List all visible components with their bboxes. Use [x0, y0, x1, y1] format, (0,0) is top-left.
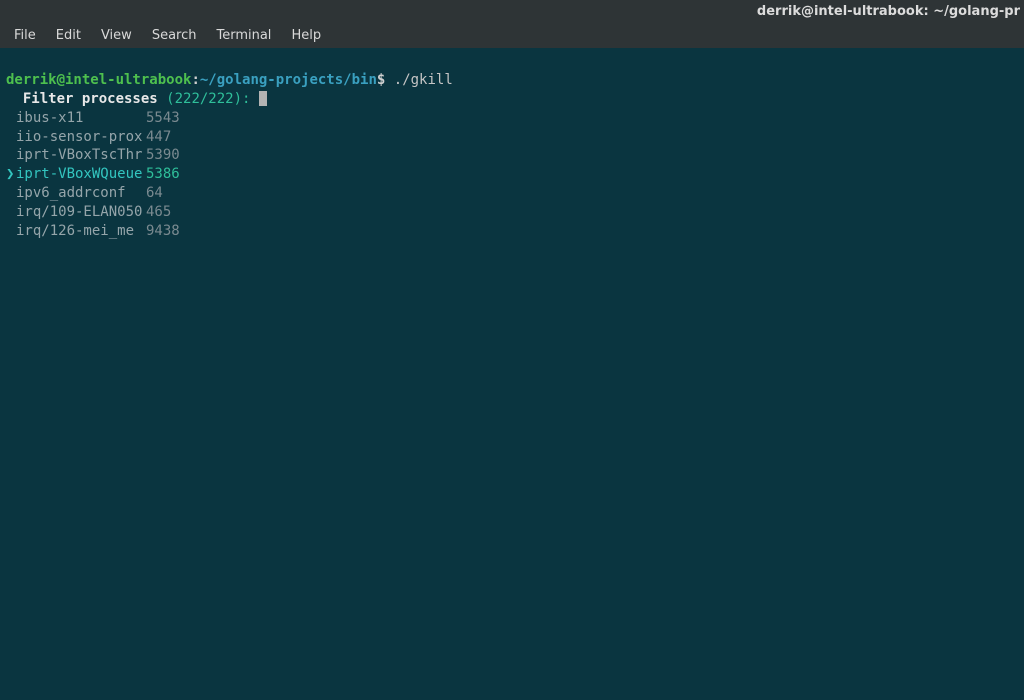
menu-edit[interactable]: Edit [48, 25, 89, 46]
filter-count: (222/222): [166, 91, 250, 107]
list-item[interactable]: iprt-VBoxTscThr5390 [6, 146, 1018, 165]
menu-terminal[interactable]: Terminal [208, 25, 279, 46]
prompt-user-host: derrik@intel-ultrabook [6, 72, 191, 88]
process-name: ibus-x11 [16, 109, 146, 128]
list-item[interactable]: iio-sensor-prox447 [6, 128, 1018, 147]
selection-caret [6, 109, 16, 128]
process-name: irq/126-mei_me [16, 222, 146, 241]
selection-caret-icon: ❯ [6, 165, 16, 184]
selection-caret [6, 203, 16, 222]
process-name: ipv6_addrconf [16, 184, 146, 203]
process-pid: 9438 [146, 222, 180, 241]
menu-help[interactable]: Help [283, 25, 329, 46]
cursor-icon [259, 91, 267, 106]
process-pid: 5390 [146, 146, 180, 165]
list-item[interactable]: irq/109-ELAN050465 [6, 203, 1018, 222]
process-pid: 5543 [146, 109, 180, 128]
list-item[interactable]: ipv6_addrconf64 [6, 184, 1018, 203]
process-name: irq/109-ELAN050 [16, 203, 146, 222]
selection-caret [6, 146, 16, 165]
prompt-colon: : [191, 72, 199, 88]
process-name: iprt-VBoxWQueue [16, 165, 146, 184]
process-pid: 5386 [146, 165, 180, 184]
list-item[interactable]: ❯iprt-VBoxWQueue5386 [6, 165, 1018, 184]
selection-caret [6, 222, 16, 241]
prompt-path: ~/golang-projects/bin [200, 72, 377, 88]
window-titlebar: derrik@intel-ultrabook: ~/golang-pr [0, 0, 1024, 22]
process-pid: 465 [146, 203, 171, 222]
list-item[interactable]: ibus-x115543 [6, 109, 1018, 128]
process-name: iio-sensor-prox [16, 128, 146, 147]
menu-file[interactable]: File [6, 25, 44, 46]
process-pid: 64 [146, 184, 163, 203]
process-pid: 447 [146, 128, 171, 147]
command-text: ./gkill [394, 72, 453, 88]
menu-search[interactable]: Search [144, 25, 205, 46]
selection-caret [6, 128, 16, 147]
terminal-output[interactable]: derrik@intel-ultrabook:~/golang-projects… [0, 48, 1024, 264]
list-item[interactable]: irq/126-mei_me9438 [6, 222, 1018, 241]
prompt-dollar: $ [377, 72, 385, 88]
menubar: File Edit View Search Terminal Help [0, 22, 1024, 48]
menu-view[interactable]: View [93, 25, 140, 46]
window-title: derrik@intel-ultrabook: ~/golang-pr [757, 4, 1020, 19]
process-name: iprt-VBoxTscThr [16, 146, 146, 165]
selection-caret [6, 184, 16, 203]
filter-label: Filter processes [23, 91, 158, 107]
